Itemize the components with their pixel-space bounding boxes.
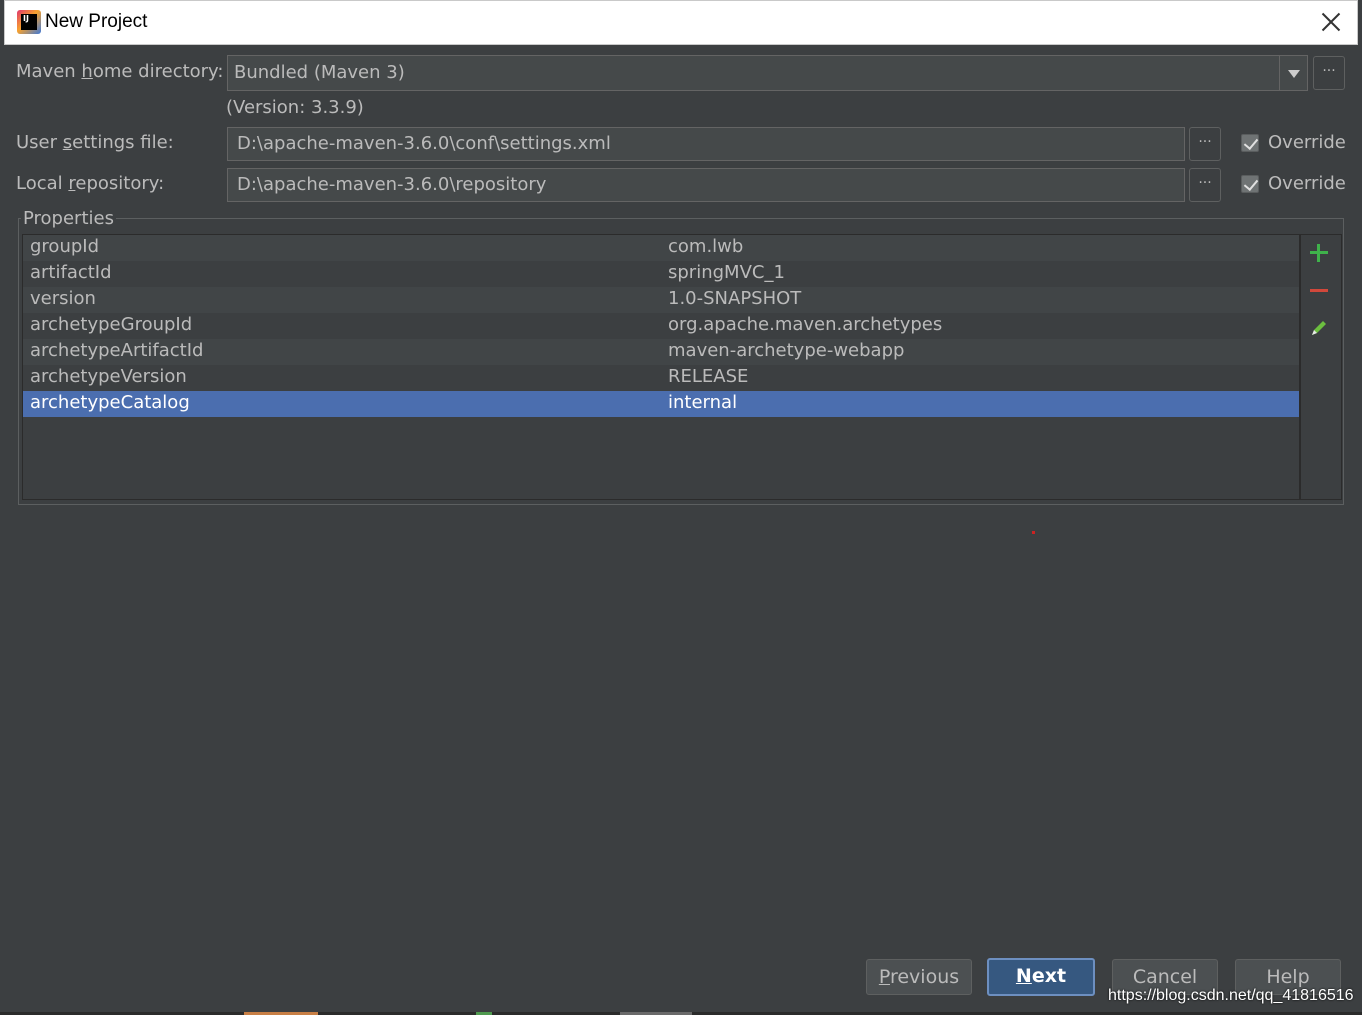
user-settings-browse-button[interactable]: ···: [1189, 127, 1221, 161]
property-key: artifactId: [30, 262, 112, 283]
add-property-icon[interactable]: [1309, 243, 1329, 263]
property-value: internal: [668, 392, 738, 413]
property-key: archetypeGroupId: [30, 314, 193, 335]
new-project-dialog: Maven home directory: Bundled (Maven 3) …: [4, 45, 1358, 1012]
property-value: RELEASE: [668, 366, 749, 387]
intellij-app-icon: IJ: [17, 10, 41, 34]
stray-red-dot: [1032, 531, 1035, 534]
property-key: version: [30, 288, 96, 309]
watermark-text: https://blog.csdn.net/qq_41816516: [1108, 987, 1354, 1004]
remove-property-icon[interactable]: [1309, 281, 1329, 301]
user-settings-override-label: Override: [1268, 132, 1346, 153]
maven-home-combobox[interactable]: Bundled (Maven 3): [227, 55, 1308, 91]
property-value: maven-archetype-webapp: [668, 340, 905, 361]
table-row[interactable]: groupId com.lwb: [23, 235, 1299, 261]
table-row-selected[interactable]: archetypeCatalog internal: [23, 391, 1299, 417]
previous-button[interactable]: Previous: [866, 959, 972, 995]
property-value: com.lwb: [668, 236, 744, 257]
properties-toolbar: [1300, 234, 1342, 500]
title-bar: IJ New Project: [4, 0, 1358, 45]
property-value: org.apache.maven.archetypes: [668, 314, 943, 335]
local-repository-value: D:\apache-maven-3.6.0\repository: [237, 174, 547, 195]
table-row[interactable]: artifactId springMVC_1: [23, 261, 1299, 287]
local-repository-browse-button[interactable]: ···: [1189, 168, 1221, 202]
table-row[interactable]: version 1.0-SNAPSHOT: [23, 287, 1299, 313]
properties-table: groupId com.lwb artifactId springMVC_1 v…: [22, 234, 1300, 500]
user-settings-override-checkbox[interactable]: [1241, 134, 1259, 152]
property-key: archetypeVersion: [30, 366, 187, 387]
user-settings-input[interactable]: D:\apache-maven-3.6.0\conf\settings.xml: [227, 127, 1185, 161]
local-repository-input[interactable]: D:\apache-maven-3.6.0\repository: [227, 168, 1185, 202]
window-title: New Project: [45, 11, 148, 32]
user-settings-value: D:\apache-maven-3.6.0\conf\settings.xml: [237, 133, 611, 154]
maven-home-value: Bundled (Maven 3): [234, 62, 405, 83]
table-row[interactable]: archetypeGroupId org.apache.maven.archet…: [23, 313, 1299, 339]
close-icon[interactable]: [1319, 10, 1343, 34]
properties-group-title: Properties: [21, 208, 116, 229]
user-settings-label: User settings file:: [16, 132, 174, 153]
maven-home-browse-button[interactable]: ···: [1313, 56, 1345, 90]
chevron-down-icon[interactable]: [1279, 56, 1307, 90]
property-value: 1.0-SNAPSHOT: [668, 288, 802, 309]
property-value: springMVC_1: [668, 262, 785, 283]
table-row[interactable]: archetypeVersion RELEASE: [23, 365, 1299, 391]
local-repository-override-checkbox[interactable]: [1241, 175, 1259, 193]
property-key: archetypeCatalog: [30, 392, 190, 413]
next-button[interactable]: Next: [987, 958, 1095, 996]
property-key: archetypeArtifactId: [30, 340, 204, 361]
maven-version-text: (Version: 3.3.9): [226, 97, 364, 118]
local-repository-label: Local repository:: [16, 173, 165, 194]
property-key: groupId: [30, 236, 100, 257]
maven-home-label: Maven home directory:: [16, 61, 224, 82]
local-repository-override-label: Override: [1268, 173, 1346, 194]
table-row[interactable]: archetypeArtifactId maven-archetype-weba…: [23, 339, 1299, 365]
edit-property-icon[interactable]: [1309, 318, 1329, 338]
